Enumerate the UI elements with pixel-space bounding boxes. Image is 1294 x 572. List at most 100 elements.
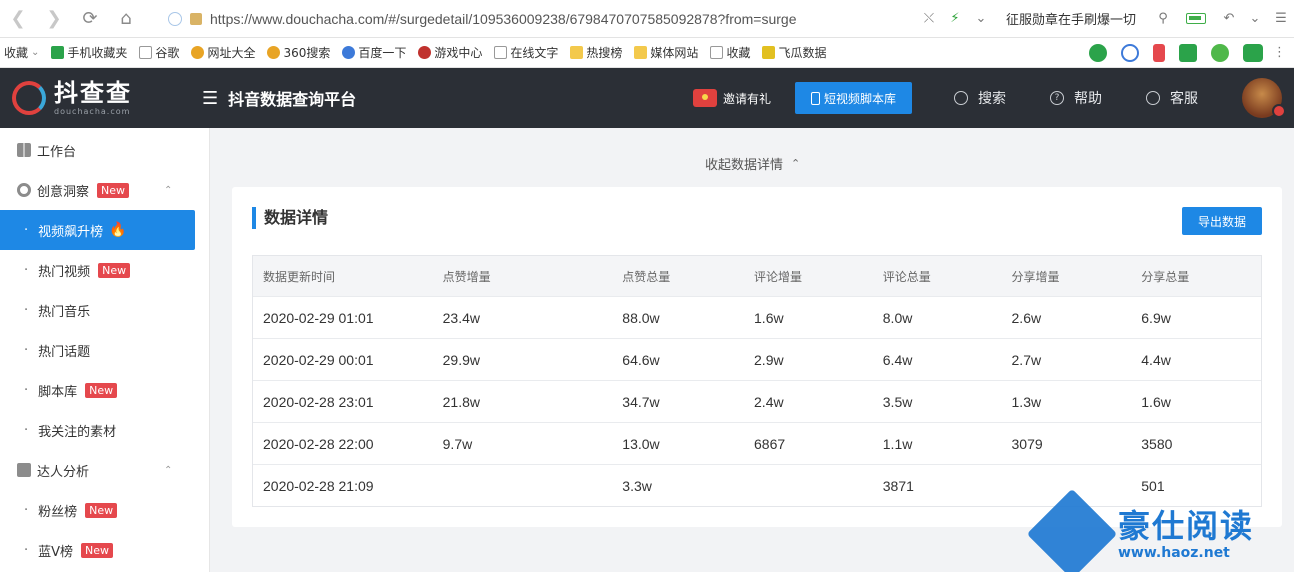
sidebar-item-followed-materials[interactable]: · 我关注的素材 (0, 410, 209, 450)
sidebar: 工作台 创意洞察 New ⌃ · 视频飙升榜 🔥 · 热门视频 New · 热门… (0, 128, 210, 572)
extensions-area: ⋮ (1075, 43, 1294, 62)
sidebar-item-hot-music[interactable]: · 热门音乐 (0, 290, 209, 330)
column-header[interactable]: 点赞增量 (433, 268, 613, 285)
table-cell: 2.4w (754, 393, 784, 410)
sidebar-item-hot-video[interactable]: · 热门视频 New (0, 250, 209, 290)
sidebar-group-talent[interactable]: 达人分析 ⌃ (0, 450, 209, 490)
table-cell: 2.7w (1011, 351, 1042, 368)
logo[interactable]: 抖查查 douchacha.com (12, 81, 192, 116)
table-cell: 501 (1141, 477, 1165, 494)
scissors-icon[interactable] (1153, 43, 1165, 62)
column-header[interactable]: 分享总量 (1131, 268, 1261, 285)
table-cell: 4.4w (1141, 351, 1171, 368)
lightning-icon[interactable]: ⚡ (942, 0, 968, 38)
bookmark-favorites[interactable]: 收藏 ⌄ (4, 44, 39, 61)
header-actions: 邀请有礼 短视频脚本库 搜索 ? 帮助 客服 (692, 68, 1294, 128)
sidebar-item-video-surge[interactable]: · 视频飙升榜 🔥 (0, 210, 195, 250)
table-cell: 2020-02-28 23:01 (263, 393, 374, 410)
home-icon[interactable]: ⌂ (108, 0, 144, 38)
bookmark-hao[interactable]: 网址大全 (191, 44, 255, 61)
bookmark-360[interactable]: 360搜索 (267, 44, 330, 61)
search-icon[interactable]: ⚲ (1150, 0, 1176, 38)
chevron-up-icon[interactable]: ⌃ (164, 465, 172, 476)
sidebar-item-script-library[interactable]: · 脚本库 New (0, 370, 209, 410)
minus-icon[interactable] (1121, 43, 1139, 62)
hamburger-icon[interactable]: ☰ (202, 88, 218, 109)
header-service-link[interactable]: 客服 (1146, 88, 1198, 108)
table-cell: 2.9w (754, 351, 784, 368)
watermark-url: www.haoz.net (1118, 545, 1230, 561)
grid-icon (17, 143, 31, 157)
menu-icon[interactable]: ☰ (1268, 0, 1294, 38)
wechat-icon[interactable] (1089, 43, 1107, 62)
phone-icon (810, 91, 820, 105)
gift-icon (692, 89, 717, 107)
sidebar-item-workbench[interactable]: 工作台 (0, 130, 209, 170)
column-header[interactable]: 点赞总量 (612, 268, 744, 285)
bullet: · (24, 422, 29, 438)
forward-icon[interactable]: ❯ (36, 0, 72, 38)
column-header[interactable]: 评论总量 (873, 268, 1002, 285)
more-icon[interactable]: ⋮ (1273, 45, 1286, 60)
gamepad-icon[interactable] (1243, 43, 1263, 62)
data-details-card: 数据详情 导出数据 数据更新时间 点赞增量 点赞总量 评论增量 评论总量 分享增… (232, 187, 1282, 527)
table-cell: 1.3w (1011, 393, 1042, 410)
bookmark-text[interactable]: 在线文字 (494, 44, 558, 61)
bookmark-feigua[interactable]: 飞瓜数据 (762, 44, 826, 61)
search-icon (267, 46, 281, 59)
share-icon[interactable]: ⤬ (916, 0, 942, 38)
lock-icon (190, 12, 202, 25)
column-header[interactable]: 评论增量 (744, 268, 873, 285)
bookmark-media[interactable]: 媒体网站 (634, 44, 698, 61)
sidebar-item-bluev-rank[interactable]: · 蓝V榜 New (0, 530, 209, 570)
bookmark-collect[interactable]: 收藏 (710, 44, 750, 61)
site-info-icon[interactable] (168, 11, 182, 26)
sidebar-group-creative[interactable]: 创意洞察 New ⌃ (0, 170, 209, 210)
table-cell: 6867 (754, 435, 786, 452)
back-icon[interactable]: ❮ (0, 0, 36, 38)
vip-badge-icon (1272, 104, 1286, 118)
undo-icon[interactable]: ↶ (1216, 0, 1242, 38)
site-header: 抖查查 douchacha.com ☰ 抖音数据查询平台 邀请有礼 短视频脚本库… (0, 68, 1294, 128)
bookmark-baidu[interactable]: 百度一下 (342, 44, 406, 61)
folder-icon (634, 46, 648, 59)
sidebar-item-hot-topic[interactable]: · 热门话题 (0, 330, 209, 370)
search-suggestion[interactable]: 征服勋章在手刷爆一切 (1006, 9, 1136, 28)
melon-icon (762, 46, 776, 59)
script-library-button[interactable]: 短视频脚本库 (794, 82, 912, 114)
browser-toolbar: ❮ ❯ ⟳ ⌂ https://www.douchacha.com/#/surg… (0, 0, 1294, 38)
sidebar-item-fans-rank[interactable]: · 粉丝榜 New (0, 490, 209, 530)
address-bar[interactable]: https://www.douchacha.com/#/surgedetail/… (168, 11, 908, 27)
avatar[interactable] (1242, 78, 1286, 118)
collapse-details-link[interactable]: 收起数据详情 ⌃ (705, 154, 800, 173)
bookmark-mobile[interactable]: 手机收藏夹 (51, 44, 127, 61)
bookmark-games[interactable]: 游戏中心 (418, 44, 482, 61)
chevron-down-icon[interactable]: ⌄ (1242, 0, 1268, 38)
chevron-down-icon: ⌄ (31, 47, 40, 58)
header-search-link[interactable]: 搜索 (954, 88, 1006, 108)
data-table: 数据更新时间 点赞增量 点赞总量 评论增量 评论总量 分享增量 分享总量 202… (252, 255, 1262, 507)
bookmark-google[interactable]: 谷歌 (139, 44, 179, 61)
new-badge: New (81, 542, 114, 558)
table-cell: 2020-02-29 00:01 (263, 351, 374, 368)
chevron-up-icon[interactable]: ⌃ (164, 185, 172, 196)
column-header[interactable]: 分享增量 (1002, 268, 1132, 285)
column-header[interactable]: 数据更新时间 (253, 268, 433, 285)
book-logo-icon (1026, 488, 1118, 572)
header-help-link[interactable]: ? 帮助 (1050, 88, 1102, 108)
paw-icon (342, 46, 356, 59)
battery-icon[interactable] (1186, 13, 1206, 24)
export-data-button[interactable]: 导出数据 (1182, 207, 1262, 235)
page-icon (710, 46, 724, 59)
chevron-down-icon[interactable]: ⌄ (968, 0, 994, 38)
bullet: · (24, 262, 29, 278)
table-row: 2020-02-28 22:00 9.7w 13.0w 6867 1.1w 30… (253, 422, 1261, 464)
url-text[interactable]: https://www.douchacha.com/#/surgedetail/… (210, 11, 850, 27)
translate-icon[interactable] (1179, 43, 1197, 62)
card-title: 数据详情 (252, 207, 328, 229)
yen-icon[interactable] (1211, 43, 1229, 62)
bullet: · (24, 502, 29, 518)
bookmark-hot[interactable]: 热搜榜 (570, 44, 622, 61)
reload-icon[interactable]: ⟳ (72, 0, 108, 38)
invite-link[interactable]: 邀请有礼 (692, 89, 771, 107)
